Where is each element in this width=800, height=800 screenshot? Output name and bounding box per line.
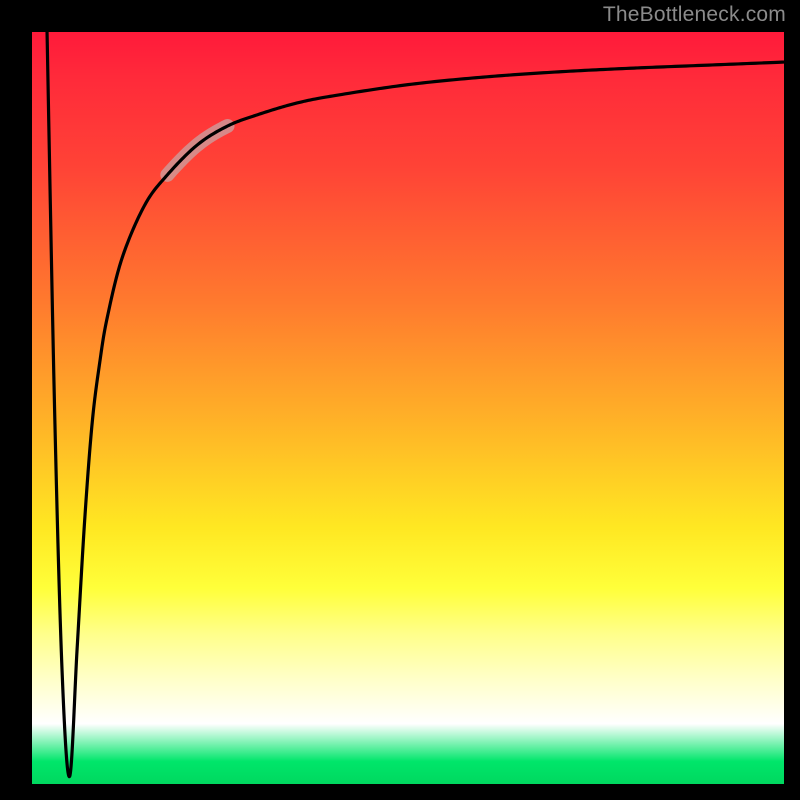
- watermark-text: TheBottleneck.com: [603, 3, 786, 27]
- chart-svg: [32, 32, 784, 784]
- plot-area: [32, 32, 784, 784]
- curve-line: [47, 32, 784, 777]
- chart-frame: TheBottleneck.com: [0, 0, 800, 800]
- curve-highlight: [167, 126, 227, 175]
